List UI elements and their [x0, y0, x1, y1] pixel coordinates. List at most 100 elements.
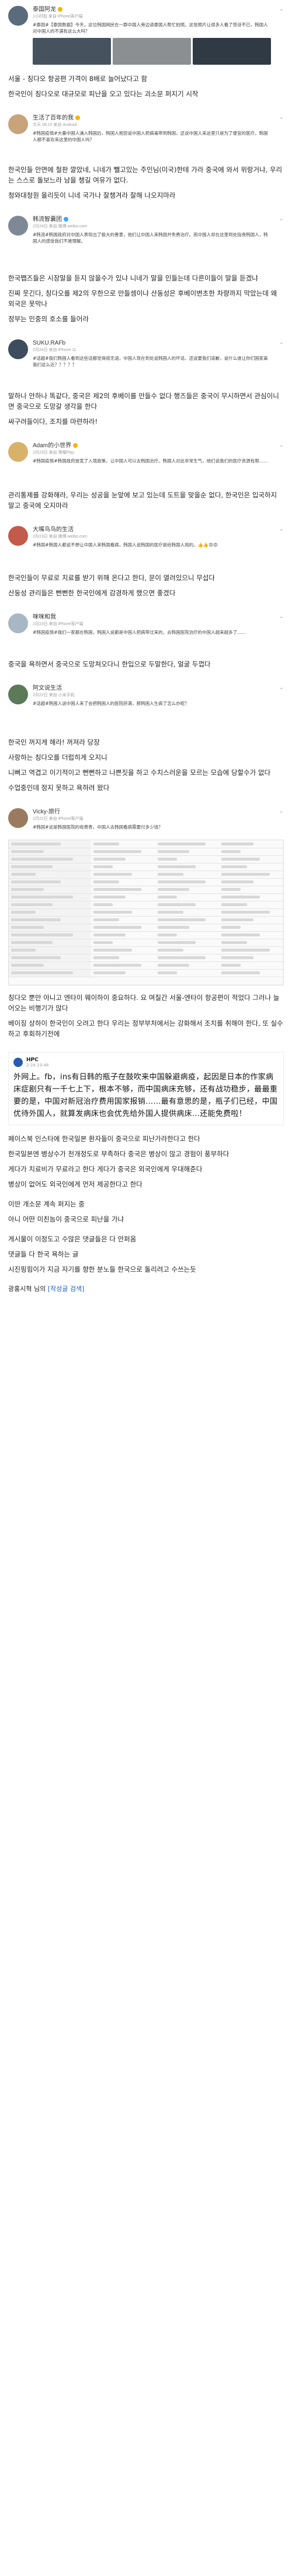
verified-icon — [73, 443, 78, 448]
korean-text: 이딴 개소문 계속 퍼지는 중 — [8, 1200, 85, 1208]
translation-block: 페이스북 인스타에 한국일본 환자들이 중국으로 피난가라한다고 한다 한국일본… — [0, 1129, 292, 1304]
korean-text: 청와대청원 올리듯이 니네 국가나 잘챙겨라 잘해 나오지마라 — [8, 191, 176, 199]
post-text: #韩国疫情#韩国政府放宽了入境政策，让中国人可以去韩国治疗。韩国人对此非常生气，… — [33, 458, 268, 464]
korean-text: 중국을 욕하면서 중국으로 도망쳐오다니 한입으로 두말한다, 얼굴 두껍다 — [8, 660, 211, 668]
table-row — [9, 946, 283, 954]
avatar[interactable] — [8, 685, 28, 704]
verified-icon — [75, 115, 80, 121]
table-row — [9, 924, 283, 932]
post-text: #韩流#韩国政府对中国人表现出了极大的善意，他们让中国人来韩国并免费治疗。而中国… — [33, 232, 268, 244]
korean-text: 칭다오 뿐만 아니고 엔타이 웨이하이 중요하다. 요 며칠간 서울-엔타이 항… — [8, 994, 280, 1012]
chevron-down-icon[interactable]: ⌄ — [276, 339, 284, 346]
post-meta: 2月23日 来自 微博 weibo.com — [33, 535, 87, 539]
weibo-post[interactable]: Adam的小世界 2月23日 来自 荣耀Play #韩国疫情#韩国政府放宽了入境… — [0, 436, 292, 485]
post-text: #韩国#韩国人都说不想让中国人来韩国看病，韩国人说韩国的医疗是给韩国人用的。👍👍… — [33, 542, 218, 548]
avatar[interactable] — [8, 216, 28, 236]
username[interactable]: 阿文说生活 — [33, 685, 62, 692]
verified-icon — [64, 217, 68, 222]
weibo-post[interactable]: SUKU.RAFb 2月24日 来自 iPhone 11 #话题#我们韩国人看到… — [0, 334, 292, 386]
table-row — [9, 840, 283, 848]
search-posts-link[interactable]: [작성글 검색] — [48, 1285, 85, 1293]
korean-text: 댓글들 다 한국 욕하는 글 — [8, 1250, 79, 1258]
avatar[interactable] — [13, 1058, 23, 1067]
korean-text: 게시물이 이정도고 수많은 댓글들은 다 안퍼옴 — [8, 1235, 137, 1243]
username[interactable]: 咪咪和我 — [33, 614, 56, 620]
author-footer: 광홍시혁 님의 [작성글 검색] — [8, 1284, 284, 1294]
korean-text: 사랑하는 칭다오를 더럽히게 오지니 — [8, 753, 107, 761]
post-meta: 2月22日 来自 小米手机 — [33, 693, 75, 697]
weibo-post[interactable]: 咪咪和我 2月23日 来自 iPhone客户端 #韩国疫情#我们一家都在韩国，韩… — [0, 608, 292, 654]
korean-text: 병상이 없어도 외국인에게 먼저 제공한다고 한다 — [8, 1180, 142, 1188]
korean-text: 한국쨉즈들은 시장말을 듣지 않을수가 있냐 니네가 말을 인들는데 다른이들이… — [8, 274, 259, 282]
table-row — [9, 901, 283, 909]
weibo-post[interactable]: 生活了百年的我 今天 08:15 来自 Android #韩国疫情#大量中国人涌… — [0, 108, 292, 160]
quoted-post[interactable]: HPC 2-24 23:48 外网上。fb，ins有日韩的瓶子在鼓吹来中国躲避病… — [8, 1052, 284, 1125]
korean-text: 시진핑힘이가 지금 자기를 향한 분노들 한국으로 돌리려고 수쓰는듯 — [8, 1265, 196, 1273]
quoted-text: 外网上。fb，ins有日韩的瓶子在鼓吹来中国躲避病疫，起因是日本的作家病床症剧只… — [13, 1073, 278, 1118]
weibo-post[interactable]: 大嘴鸟鸟的生活 2月23日 来自 微博 weibo.com #韩国#韩国人都说不… — [0, 520, 292, 568]
weibo-post[interactable]: Vicky-旅行 2月22日 来自 iPhone客户端 #韩国#这是韩国医院的收… — [0, 802, 292, 837]
chevron-down-icon[interactable]: ⌄ — [276, 685, 284, 691]
korean-text: 한국인들 안면에 철판 깔았네, 니네가 뺄고있는 주인님(미국)한테 가라 중… — [8, 166, 283, 184]
table-row — [9, 871, 283, 879]
weibo-post[interactable]: 泰国阿龙 1小时前 来自 iPhone客户端 #泰国#【泰国数据】今天，这位韩国… — [0, 0, 292, 69]
avatar[interactable] — [8, 6, 28, 26]
translation-block: 관리통제를 강화해라, 우리는 성공을 눈앞에 보고 있는데 도트을 맞을순 없… — [0, 485, 292, 520]
weibo-post[interactable]: 阿文说生活 2月22日 来自 小米手机 #话题#韩国人说中国人来了会把韩国人的医… — [0, 679, 292, 732]
table-row — [9, 855, 283, 864]
post-time: 2-24 23:48 — [26, 1063, 49, 1068]
fee-table — [9, 840, 283, 977]
chevron-down-icon[interactable]: ⌄ — [276, 442, 284, 448]
translation-block: 칭다오 뿐만 아니고 엔타이 웨이하이 중요하다. 요 며칠간 서울-엔타이 항… — [0, 988, 292, 1048]
table-row — [9, 908, 283, 917]
korean-text: 진짜 웃긴다, 칭다오를 제2의 우한으로 만들셈이냐 산동성은 후베이변초한 … — [8, 289, 277, 308]
translation-block: 말하나 안하나 똑같다, 중국은 제2의 후베이를 만들수 없다 행즈들은 중국… — [0, 386, 292, 436]
korean-text: 한국인들이 무료로 치료를 받기 위해 온다고 한다, 문이 열려있으니 무섭다 — [8, 574, 215, 582]
korean-text: 아니 어떤 미친놈이 중국으로 피난을 가냐 — [8, 1215, 124, 1223]
post-meta: 1小时前 来自 iPhone客户端 — [33, 15, 83, 19]
post-text: #话题#韩国人说中国人来了会把韩国人的医院挤满，那韩国人生病了怎么办呢？ — [33, 701, 189, 706]
avatar[interactable] — [8, 613, 28, 633]
korean-text: 베이징 상하이 한국인이 오려고 한다 우리는 정부부처에서는 강화해서 조치를… — [8, 1019, 283, 1038]
korean-text: 한국인이 칭다오로 대규모로 피난을 오고 있다는 괴소문 퍼지기 시작 — [8, 90, 199, 98]
avatar[interactable] — [8, 114, 28, 134]
image-strip — [33, 38, 271, 65]
username[interactable]: SUKU.RAFb — [33, 340, 65, 346]
photo-thumbnail[interactable] — [33, 38, 111, 65]
post-text: #韩国疫情#大量中国人涌入韩国后，韩国人抱怨说中国人把病毒带到韩国，还说中国人来… — [33, 131, 268, 142]
username[interactable]: 生活了百年的我 — [33, 115, 74, 121]
table-row — [9, 969, 283, 977]
hospital-fee-table-image[interactable] — [8, 840, 284, 985]
post-meta: 今天 08:15 来自 Android — [33, 123, 77, 127]
translation-block: 한국인들 안면에 철판 깔았네, 니네가 뺄고있는 주인님(미국)한테 가라 중… — [0, 160, 292, 210]
translation-block: 한국인들이 무료로 치료를 받기 위해 온다고 한다, 문이 열려있으니 무섭다… — [0, 568, 292, 608]
table-row — [9, 916, 283, 924]
korean-text: 한국일본엔 병상수가 천개정도로 부족하다 중국은 병상이 많고 경험이 풍부하… — [8, 1150, 230, 1158]
avatar[interactable] — [8, 526, 28, 546]
korean-text: 서울 - 칭다오 항공편 가격이 8배로 늘어났다고 함 — [8, 75, 148, 83]
chevron-down-icon[interactable]: ⌄ — [276, 526, 284, 532]
username[interactable]: 韩流智囊团 — [33, 216, 62, 223]
username[interactable]: HPC — [26, 1057, 48, 1063]
korean-text: 싸구려들이다, 조치를 마련하라! — [8, 417, 98, 426]
weibo-post[interactable]: 韩流智囊团 2月24日 来自 微博 weibo.com #韩流#韩国政府对中国人… — [0, 210, 292, 268]
chevron-down-icon[interactable]: ⌄ — [276, 114, 284, 121]
translation-block: 중국을 욕하면서 중국으로 도망쳐오다니 한입으로 두말한다, 얼굴 두껍다 — [0, 654, 292, 679]
table-row — [9, 939, 283, 947]
avatar[interactable] — [8, 808, 28, 828]
username[interactable]: Adam的小世界 — [33, 443, 71, 449]
chevron-down-icon[interactable]: ⌄ — [276, 808, 284, 815]
chevron-down-icon[interactable]: ⌄ — [276, 613, 284, 620]
translation-block: 한국인 꺼지게 해라! 꺼져라 당장 사랑하는 칭다오를 더럽히게 오지니 니뻐… — [0, 732, 292, 802]
chevron-down-icon[interactable]: ⌄ — [276, 6, 284, 12]
chevron-down-icon[interactable]: ⌄ — [276, 216, 284, 222]
post-text: #泰国#【泰国数据】今天，这位韩国网民在一群中国人旁边请泰国人帮忙拍照。这张照片… — [33, 22, 268, 34]
avatar[interactable] — [8, 339, 28, 359]
photo-thumbnail[interactable] — [193, 38, 271, 65]
username[interactable]: 泰国阿龙 — [33, 6, 56, 13]
photo-thumbnail[interactable] — [113, 38, 191, 65]
username[interactable]: 大嘴鸟鸟的生活 — [33, 527, 74, 533]
username[interactable]: Vicky-旅行 — [33, 809, 60, 815]
avatar[interactable] — [8, 442, 28, 462]
author-label: 광홍시혁 님의 — [8, 1285, 48, 1293]
